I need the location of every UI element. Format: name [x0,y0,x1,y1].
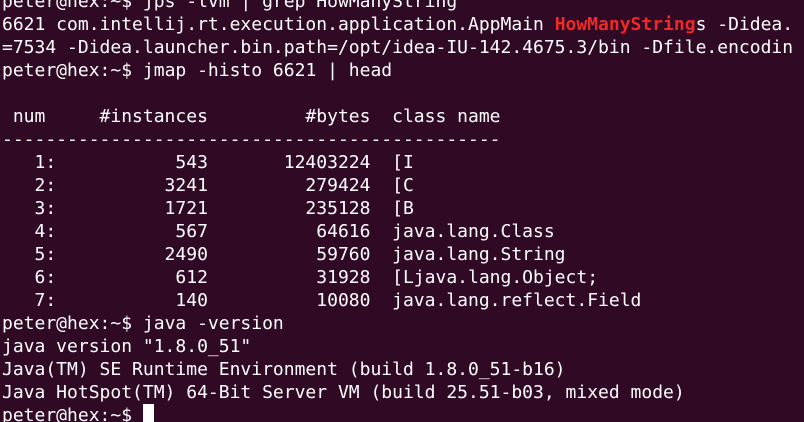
output-text: s -Didea. [695,14,794,35]
histo-row: 6: 612 31928 [Ljava.lang.Object; [2,267,599,288]
active-prompt-line[interactable]: peter@hex:~$ [2,404,804,422]
histo-row: 7: 140 10080 java.lang.reflect.Field [2,290,642,311]
histo-separator: ----------------------------------------… [2,129,501,150]
text-cursor [142,404,154,422]
histo-row: 3: 1721 235128 [B [2,198,414,219]
command-line-java-version: peter@hex:~$ java -version [2,312,804,335]
histo-row: 4: 567 64616 java.lang.Class [2,221,555,242]
jps-output-line: =7534 -Didea.launcher.bin.path=/opt/idea… [2,37,794,58]
terminal-scrollback: peter@hex:~$ jps -lvm | grep HowManyStri… [2,0,804,422]
command-line-jps: peter@hex:~$ jps -lvm | grep HowManyStri… [2,0,804,13]
command-text: java -version [142,313,284,334]
histo-row: 2: 3241 279424 [C [2,175,414,196]
command-text: jps -lvm | grep HowManyString [142,0,458,12]
command-line-jmap: peter@hex:~$ jmap -histo 6621 | head [2,59,804,82]
shell-prompt: peter@hex:~$ [2,0,143,12]
java-version-output: Java HotSpot(TM) 64-Bit Server VM (build… [2,382,685,403]
output-text: 6621 com.intellij.rt.execution.applicati… [2,14,555,35]
histo-header: num #instances #bytes class name [2,106,501,127]
histo-row: 1: 543 12403224 [I [2,152,414,173]
command-text: jmap -histo 6621 | head [142,60,393,81]
java-version-output: java version "1.8.0_51" [2,336,252,357]
jps-output-line: 6621 com.intellij.rt.execution.applicati… [2,13,804,36]
shell-prompt: peter@hex:~$ [2,405,143,422]
histo-row: 5: 2490 59760 java.lang.String [2,244,566,265]
shell-prompt: peter@hex:~$ [2,313,143,334]
grep-match-highlight: HowManyString [554,14,696,35]
java-version-output: Java(TM) SE Runtime Environment (build 1… [2,359,566,380]
shell-prompt: peter@hex:~$ [2,60,143,81]
terminal-window[interactable]: peter@hex:~$ jps -lvm | grep HowManyStri… [0,0,804,422]
